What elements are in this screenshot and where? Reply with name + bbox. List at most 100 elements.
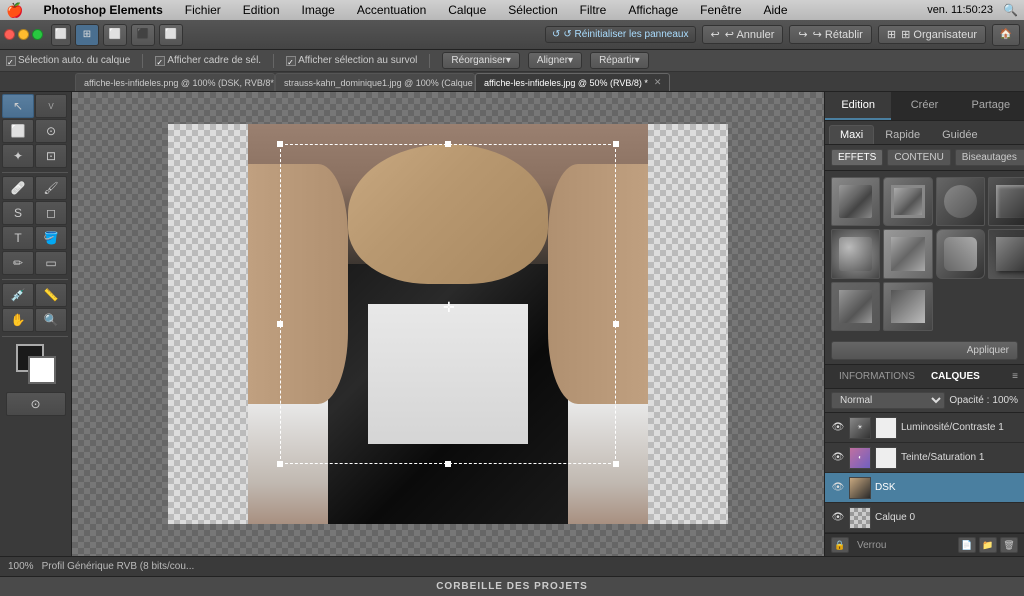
background-color[interactable] <box>28 356 56 384</box>
shape-tool[interactable]: ▭ <box>35 251 67 275</box>
layer-item-luminosite[interactable]: 👁 ☀ Luminosité/Contraste 1 <box>825 413 1024 443</box>
tab-partage[interactable]: Partage <box>958 92 1024 120</box>
effect-thumb-9[interactable] <box>831 282 880 331</box>
calques-tab[interactable]: CALQUES <box>923 369 988 384</box>
healing-tool[interactable]: 🩹 <box>2 176 34 200</box>
tab-file-2[interactable]: strauss-kahn_dominique1.jpg @ 100% (Calq… <box>275 73 475 91</box>
menu-photoshop[interactable]: Photoshop Elements <box>37 3 168 17</box>
toolbar-mode-btn1[interactable]: ⬜ <box>51 24 71 46</box>
canvas-area[interactable]: ✛ <box>72 92 824 556</box>
menu-fichier[interactable]: Fichier <box>179 3 227 17</box>
menu-selection[interactable]: Sélection <box>502 3 563 17</box>
transform-handle-bl[interactable] <box>277 461 283 467</box>
add-layer-button[interactable]: 📄 <box>958 537 976 553</box>
effect-thumb-5[interactable] <box>831 229 880 278</box>
effect-thumb-7[interactable] <box>936 229 985 278</box>
menu-fenetre[interactable]: Fenêtre <box>694 3 747 17</box>
menu-filtre[interactable]: Filtre <box>574 3 613 17</box>
effect-thumb-1[interactable] <box>831 177 880 226</box>
menu-edition[interactable]: Edition <box>237 3 286 17</box>
show-frame-check[interactable] <box>155 56 165 66</box>
search-icon[interactable]: 🔍 <box>1003 3 1018 17</box>
zoom-tool[interactable]: 🔍 <box>35 308 67 332</box>
auto-select-check[interactable] <box>6 56 16 66</box>
transform-handle-tl[interactable] <box>277 141 283 147</box>
layer-item-calque0[interactable]: 👁 Calque 0 <box>825 503 1024 533</box>
ruler-tool[interactable]: 📏 <box>35 283 67 307</box>
quick-mask-tool[interactable]: ⊙ <box>6 392 66 416</box>
magic-wand-tool[interactable]: ✦ <box>2 144 34 168</box>
tab-file-3[interactable]: affiche-les-infideles.jpg @ 50% (RVB/8) … <box>475 73 670 91</box>
move-tool[interactable]: ↖ <box>2 94 34 118</box>
layers-menu-icon[interactable]: ≡ <box>1012 371 1018 382</box>
window-maximize-button[interactable] <box>32 29 43 40</box>
add-group-button[interactable]: 📁 <box>979 537 997 553</box>
window-close-button[interactable] <box>4 29 15 40</box>
effect-thumb-8[interactable] <box>988 229 1024 278</box>
opacity-value[interactable]: 100% <box>992 395 1018 406</box>
undo-button[interactable]: ↩ ↩ Annuler <box>702 25 784 44</box>
effect-thumb-4[interactable] <box>988 177 1024 226</box>
pen-tool[interactable]: ✏ <box>2 251 34 275</box>
window-minimize-button[interactable] <box>18 29 29 40</box>
transform-handle-tc[interactable] <box>445 141 451 147</box>
crop-tool[interactable]: ⊡ <box>35 144 67 168</box>
layer-item-teinte[interactable]: 👁 ◐ Teinte/Saturation 1 <box>825 443 1024 473</box>
effect-thumb-3[interactable] <box>936 177 985 226</box>
apple-menu[interactable]: 🍎 <box>6 2 23 19</box>
reorganize-button[interactable]: Réorganiser▾ <box>442 52 520 69</box>
show-hover-check[interactable] <box>286 56 296 66</box>
reset-panels-btn[interactable]: ↺ ↺ Réinitialiser les panneaux <box>545 26 696 43</box>
menu-image[interactable]: Image <box>296 3 341 17</box>
toolbar-mode-btn4[interactable]: ⬛ <box>131 24 155 46</box>
sub-tab-guidee[interactable]: Guidée <box>931 125 988 144</box>
effect-thumb-6[interactable] <box>883 229 932 278</box>
text-tool[interactable]: T <box>2 226 34 250</box>
transform-handle-tr[interactable] <box>613 141 619 147</box>
tab-3-close[interactable]: ✕ <box>654 77 662 88</box>
informations-tab[interactable]: INFORMATIONS <box>831 369 923 384</box>
eyedropper-tool[interactable]: 💉 <box>2 283 34 307</box>
menu-calque[interactable]: Calque <box>442 3 492 17</box>
menu-affichage[interactable]: Affichage <box>622 3 684 17</box>
color-picker[interactable] <box>16 344 56 384</box>
layer-visibility-icon-4[interactable]: 👁 <box>831 511 845 525</box>
layer-visibility-icon-1[interactable]: 👁 <box>831 421 845 435</box>
transform-handle-bc[interactable] <box>445 461 451 467</box>
effect-thumb-10[interactable] <box>883 282 932 331</box>
effect-thumb-2[interactable] <box>883 177 932 226</box>
sub-tab-maxi[interactable]: Maxi <box>829 125 874 144</box>
paint-bucket-tool[interactable]: 🪣 <box>35 226 67 250</box>
toolbar-mode-btn2[interactable]: ⊞ <box>75 24 99 46</box>
clone-tool[interactable]: S <box>2 201 34 225</box>
brush-tool[interactable]: 🖌 <box>35 176 67 200</box>
apply-button[interactable]: Appliquer <box>831 341 1018 360</box>
layer-visibility-icon-2[interactable]: 👁 <box>831 451 845 465</box>
zoom-tool-shortcut[interactable]: V <box>35 94 67 118</box>
transform-handle-br[interactable] <box>613 461 619 467</box>
effects-tab-btn[interactable]: EFFETS <box>831 149 883 166</box>
marquee-tool[interactable]: ⬜ <box>2 119 34 143</box>
align-button[interactable]: Aligner▾ <box>528 52 582 69</box>
biseautages-dropdown[interactable]: Biseautages ▾ <box>955 149 1024 166</box>
eraser-tool[interactable]: ◻ <box>35 201 67 225</box>
toolbar-mode-btn3[interactable]: ⬜ <box>103 24 127 46</box>
lock-button[interactable]: 🔒 <box>831 537 849 553</box>
organizer-button[interactable]: ⊞ ⊞ Organisateur <box>878 25 986 44</box>
hand-tool[interactable]: ✋ <box>2 308 34 332</box>
blend-mode-select[interactable]: Normal <box>831 392 945 409</box>
transform-handle-rc[interactable] <box>613 321 619 327</box>
lasso-tool[interactable]: ⊙ <box>35 119 67 143</box>
sub-tab-rapide[interactable]: Rapide <box>874 125 931 144</box>
content-tab-btn[interactable]: CONTENU <box>887 149 950 166</box>
delete-layer-button[interactable]: 🗑 <box>1000 537 1018 553</box>
transform-handle-lc[interactable] <box>277 321 283 327</box>
layer-visibility-icon-3[interactable]: 👁 <box>831 481 845 495</box>
layer-item-dsk[interactable]: 👁 DSK <box>825 473 1024 503</box>
toolbar-extra-btn[interactable]: ⬜ <box>159 24 183 46</box>
tab-edition[interactable]: Edition <box>825 92 891 120</box>
menu-aide[interactable]: Aide <box>758 3 794 17</box>
redo-button[interactable]: ↪ ↪ Rétablir <box>789 25 871 44</box>
distribute-button[interactable]: Répartir▾ <box>590 52 649 69</box>
tab-file-1[interactable]: affiche-les-infideles.png @ 100% (DSK, R… <box>75 73 275 91</box>
